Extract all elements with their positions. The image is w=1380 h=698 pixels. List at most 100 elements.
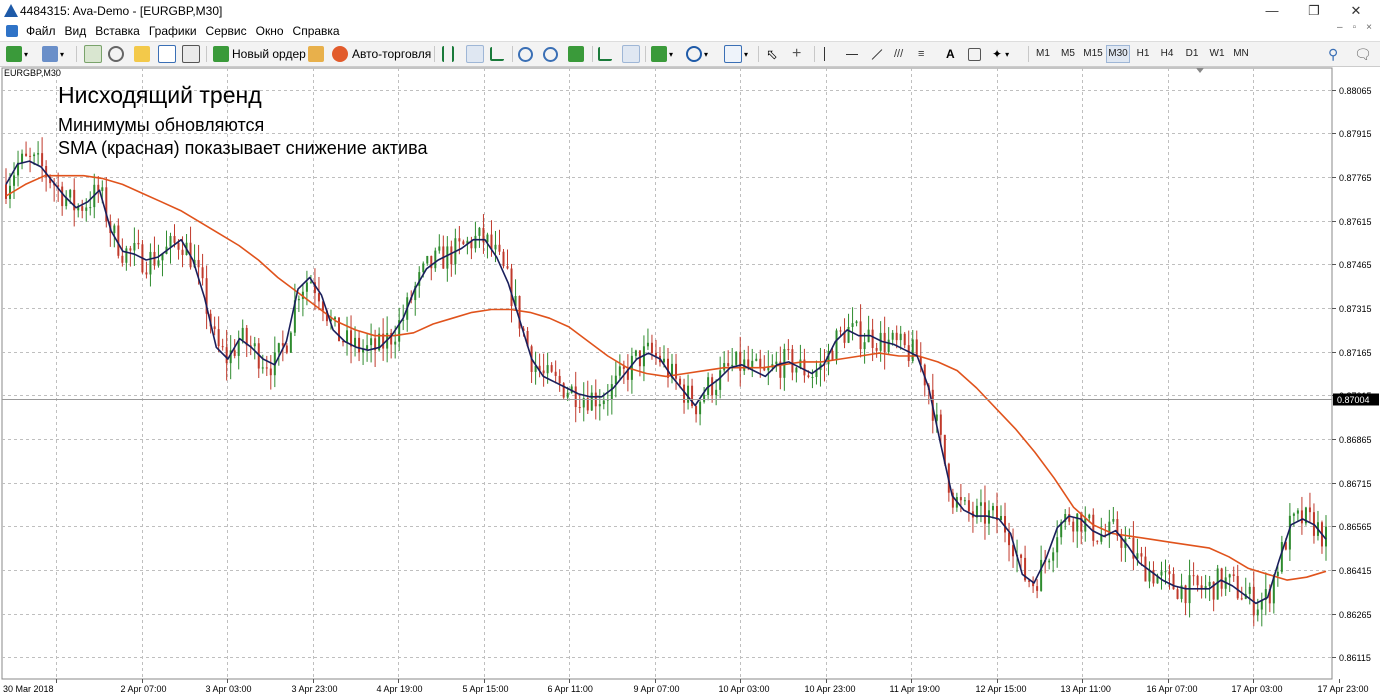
chat-button[interactable]: 🗨 xyxy=(1354,45,1372,63)
price-chart[interactable]: 0.88065 0.87915 0.87765 0.87615 0.87465 0.873… xyxy=(0,66,1380,698)
candle-body xyxy=(558,375,561,384)
x-tick-label: 11 Apr 19:00 xyxy=(890,684,940,694)
timeframe-h1[interactable]: H1 xyxy=(1132,46,1154,62)
auto-scroll-button[interactable] xyxy=(598,45,612,63)
zoom-in-button[interactable] xyxy=(518,45,533,63)
metaeditor-button[interactable] xyxy=(308,45,324,63)
candle-body xyxy=(899,333,902,341)
candle-body xyxy=(963,500,966,502)
menu-file[interactable]: Файл xyxy=(26,24,65,38)
candle-body xyxy=(1280,542,1283,572)
minimize-button[interactable]: — xyxy=(1258,2,1286,20)
timeframe-m30[interactable]: M30 xyxy=(1106,45,1130,63)
auto-trading-button[interactable]: Авто-торговля xyxy=(332,45,431,63)
timeframe-d1[interactable]: D1 xyxy=(1181,46,1203,62)
market-watch-button[interactable] xyxy=(84,45,102,63)
menu-charts[interactable]: Графики xyxy=(149,24,206,38)
candle-body xyxy=(915,339,918,357)
periods-button[interactable]: ▾ xyxy=(686,45,708,63)
menu-bar: Файл Вид Вставка Графики Сервис Окно Спр… xyxy=(0,22,1380,41)
menu-view[interactable]: Вид xyxy=(65,24,96,38)
mdi-restore-icon[interactable]: ▫ xyxy=(1353,22,1357,33)
navigator-button[interactable] xyxy=(134,45,150,63)
cursor-tool[interactable]: ⬁ xyxy=(766,45,778,63)
mdi-close-icon[interactable]: × xyxy=(1366,22,1372,33)
tester-button[interactable] xyxy=(182,45,200,63)
candle-body xyxy=(177,242,180,250)
vertical-line-tool[interactable] xyxy=(824,45,825,63)
chart-window-icon[interactable] xyxy=(6,25,18,37)
candle-body xyxy=(554,371,557,376)
candle-body xyxy=(979,502,982,506)
close-button[interactable]: ✕ xyxy=(1342,2,1370,20)
candle-body xyxy=(847,326,850,343)
candle-body xyxy=(434,250,437,269)
timeframe-m5[interactable]: M5 xyxy=(1057,46,1079,62)
candle-body xyxy=(426,255,429,264)
y-tick-label: 0.87165 xyxy=(1339,348,1372,358)
x-tick-label: 2 Apr 07:00 xyxy=(121,684,167,694)
menu-tools[interactable]: Сервис xyxy=(206,24,256,38)
search-icon: ⚲ xyxy=(1328,45,1339,62)
arrows-icon: ✦ xyxy=(992,47,1003,61)
toolbar-separator xyxy=(814,46,815,62)
terminal-button[interactable] xyxy=(158,45,176,63)
channel-tool[interactable]: /// xyxy=(894,45,903,63)
y-tick-label: 0.86565 xyxy=(1339,522,1372,532)
candle-body xyxy=(967,500,970,512)
auto-trading-icon xyxy=(332,46,348,62)
candle-body xyxy=(498,244,501,252)
new-chart-button[interactable]: ▾ xyxy=(6,45,28,63)
crosshair-tool[interactable]: + xyxy=(792,45,801,63)
candle-body xyxy=(983,502,986,524)
y-tick-label: 0.87765 xyxy=(1339,173,1372,183)
menu-help[interactable]: Справка xyxy=(293,24,349,38)
candle-body xyxy=(1004,516,1007,533)
timeframe-m1[interactable]: M1 xyxy=(1032,46,1054,62)
candle-body xyxy=(338,317,341,342)
indicators-button[interactable]: ▾ xyxy=(651,45,673,63)
candle-body xyxy=(233,350,236,356)
chart-window[interactable]: 0.88065 0.87915 0.87765 0.87615 0.87465 0.873… xyxy=(0,66,1380,698)
text-tool[interactable]: A xyxy=(946,45,955,63)
horizontal-line-tool[interactable] xyxy=(846,45,858,63)
menu-window[interactable]: Окно xyxy=(256,24,293,38)
candle-body xyxy=(113,225,116,234)
y-tick-label: 0.86415 xyxy=(1339,566,1372,576)
bar-chart-button[interactable] xyxy=(442,45,454,63)
star-folder-icon xyxy=(134,46,150,62)
cursor-arrow-icon: ⬁ xyxy=(766,45,778,62)
text-label-tool[interactable] xyxy=(968,45,981,63)
timeframe-mn[interactable]: MN xyxy=(1230,46,1252,62)
candle-body xyxy=(835,330,838,361)
tile-windows-button[interactable] xyxy=(568,45,584,63)
x-tick-label: 16 Apr 07:00 xyxy=(1147,684,1198,694)
new-order-button[interactable]: Новый ордер xyxy=(213,45,306,63)
candle-body xyxy=(602,400,605,405)
trendline-tool[interactable] xyxy=(870,45,884,63)
timeframe-h4[interactable]: H4 xyxy=(1156,46,1178,62)
toolbar-separator xyxy=(592,46,593,62)
timeframe-m15[interactable]: M15 xyxy=(1082,46,1104,62)
market-watch-icon xyxy=(84,45,102,63)
menu-insert[interactable]: Вставка xyxy=(95,24,149,38)
search-button[interactable]: ⚲ xyxy=(1328,45,1338,63)
zoom-out-button[interactable] xyxy=(543,45,558,63)
mdi-minimize-icon[interactable]: – xyxy=(1337,22,1343,33)
metaeditor-icon xyxy=(308,46,324,62)
line-chart-button[interactable] xyxy=(490,45,504,63)
templates-button[interactable]: ▾ xyxy=(724,45,748,63)
candle-body xyxy=(13,175,16,186)
candle-body xyxy=(145,272,148,275)
profiles-button[interactable]: ▾ xyxy=(42,45,64,63)
restore-button[interactable]: ❐ xyxy=(1300,2,1328,20)
candlestick-button[interactable] xyxy=(466,45,484,63)
candle-body xyxy=(438,246,441,251)
candle-body xyxy=(1040,559,1043,591)
chart-shift-button[interactable] xyxy=(622,45,640,63)
arrows-tool[interactable]: ✦ ▾ xyxy=(992,45,1009,63)
data-window-button[interactable] xyxy=(108,45,124,63)
fibo-tool[interactable]: ≡ xyxy=(918,45,924,63)
candle-body xyxy=(121,255,124,263)
timeframe-w1[interactable]: W1 xyxy=(1206,46,1228,62)
